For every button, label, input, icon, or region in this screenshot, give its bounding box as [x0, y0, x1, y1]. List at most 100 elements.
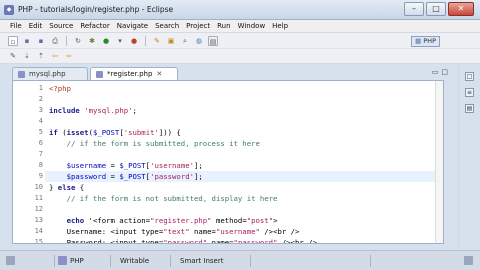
menu-project[interactable]: Project — [186, 22, 210, 30]
perspective-switcher[interactable]: ▦ PHP — [411, 36, 440, 47]
php-file-icon — [18, 70, 25, 78]
eclipse-app-icon: ◆ — [4, 5, 14, 15]
search-icon[interactable]: ⌕ — [180, 36, 190, 46]
editor-tab-bar: mysql.php *register.php ✕ ▭ □ — [0, 64, 458, 80]
toolbar-separator — [66, 35, 67, 46]
code-line[interactable] — [45, 149, 435, 160]
menu-source[interactable]: Source — [49, 22, 73, 30]
line-number: 13 — [34, 216, 43, 224]
save-all-icon[interactable]: ▪ — [36, 36, 46, 46]
code-area[interactable]: <?php include 'mysql.php'; if (isset($_POS… — [45, 81, 435, 243]
close-tab-icon[interactable]: ✕ — [156, 68, 162, 81]
maximize-panel-icon[interactable]: □ — [441, 68, 448, 76]
code-line[interactable]: if (isset($_POST['submit'])) { — [45, 127, 435, 138]
line-number-gutter: 1 2 3 4 5 6 7 8 9 10 11 12 13 14 15 — [23, 81, 45, 243]
run-icon[interactable]: ● — [101, 36, 111, 46]
menu-search[interactable]: Search — [155, 22, 179, 30]
code-line[interactable]: $password = $_POST['password']; — [45, 171, 435, 182]
code-line[interactable]: <?php — [45, 83, 435, 94]
code-line[interactable]: // if the form is not submitted, display… — [45, 193, 435, 204]
line-number: 12 — [34, 205, 43, 213]
tab-register-php[interactable]: *register.php ✕ — [90, 67, 178, 80]
php-file-icon — [96, 70, 103, 78]
line-number: 1 — [38, 84, 43, 92]
browser-icon[interactable]: ◍ — [194, 36, 204, 46]
fast-view-icon[interactable] — [6, 256, 15, 265]
window-title: PHP - tutorials/login/register.php - Ecl… — [18, 5, 174, 14]
line-number: 6 — [38, 139, 43, 147]
external-tools-icon[interactable]: ● — [129, 36, 139, 46]
menu-refactor[interactable]: Refactor — [80, 22, 109, 30]
refresh-icon[interactable]: ↻ — [73, 36, 83, 46]
php-language-icon — [58, 256, 67, 265]
outline-view-icon[interactable]: ≡ — [465, 88, 474, 97]
code-line[interactable] — [45, 94, 435, 105]
panel-controls: ▭ □ — [432, 68, 448, 76]
print-icon[interactable]: ⎙ — [50, 36, 60, 46]
code-line[interactable] — [45, 116, 435, 127]
code-line[interactable]: Username: <input type="text" name="usern… — [45, 226, 435, 237]
save-icon[interactable]: ▪ — [22, 36, 32, 46]
new-project-icon[interactable]: ✎ — [152, 36, 162, 46]
menu-file[interactable]: File — [10, 22, 22, 30]
editor-panel: mysql.php *register.php ✕ ▭ □ 1234567891… — [0, 64, 458, 250]
window-controls: – □ ✕ — [404, 2, 474, 16]
code-line[interactable]: } else { — [45, 182, 435, 193]
toolbar-separator — [145, 35, 146, 46]
line-number: 4 — [38, 117, 43, 125]
code-line[interactable]: Password: <input type="password" name="p… — [45, 237, 435, 243]
menu-help[interactable]: Help — [272, 22, 288, 30]
trimmed-views-strip: □ ≡ ▤ — [460, 64, 480, 250]
status-separator — [170, 255, 171, 267]
code-line[interactable]: echo '<form action="register.php" method… — [45, 215, 435, 226]
debug-icon[interactable]: ✱ — [87, 36, 97, 46]
line-number: 3 — [38, 106, 43, 114]
explorer-view-icon[interactable]: ▤ — [465, 104, 474, 113]
new-icon[interactable]: ▫ — [8, 35, 18, 46]
open-type-icon[interactable]: ▣ — [166, 36, 176, 46]
next-annotation-icon[interactable]: ⇣ — [22, 51, 32, 61]
status-writable: Writable — [120, 257, 150, 265]
back-icon[interactable]: ⇦ — [50, 51, 60, 61]
forward-icon[interactable]: ⇨ — [64, 51, 74, 61]
tab-mysql-php[interactable]: mysql.php — [12, 67, 88, 80]
restore-view-icon[interactable]: □ — [465, 72, 474, 81]
tab-label: mysql.php — [29, 69, 66, 78]
status-separator — [250, 255, 251, 267]
code-line[interactable]: $username = $_POST['username']; — [45, 160, 435, 171]
status-separator — [370, 255, 371, 267]
annotation-ruler — [13, 81, 23, 243]
menu-window[interactable]: Window — [238, 22, 266, 30]
tab-label: *register.php — [107, 69, 153, 78]
overview-ruler[interactable] — [435, 81, 443, 243]
code-line[interactable] — [45, 204, 435, 215]
minimize-button[interactable]: – — [404, 2, 424, 16]
menu-run[interactable]: Run — [217, 22, 230, 30]
line-number: 14 — [34, 227, 43, 235]
prev-annotation-icon[interactable]: ⇡ — [36, 51, 46, 61]
code-editor[interactable]: 1 2 3 4 5 6 7 8 9 10 11 12 13 14 15 <?php include 'mysq… — [12, 80, 444, 244]
line-number: 15 — [34, 238, 43, 244]
close-button[interactable]: ✕ — [448, 2, 474, 16]
code-line[interactable]: include 'mysql.php'; — [45, 105, 435, 116]
open-perspective-icon[interactable]: ▤ — [208, 35, 218, 46]
minimize-panel-icon[interactable]: ▭ — [432, 68, 439, 76]
line-number: 7 — [38, 150, 43, 158]
run-dropdown-icon[interactable]: ▾ — [115, 36, 125, 46]
status-separator — [110, 255, 111, 267]
eclipse-window: ◆ PHP - tutorials/login/register.php - E… — [0, 0, 480, 270]
line-number: 2 — [38, 95, 43, 103]
status-bar: PHP Writable Smart Insert — [0, 250, 480, 270]
perspective-label: PHP — [423, 37, 436, 45]
line-number: 11 — [34, 194, 43, 202]
line-number: 10 — [34, 183, 43, 191]
menu-navigate[interactable]: Navigate — [117, 22, 148, 30]
line-number: 8 — [38, 161, 43, 169]
status-insert-mode: Smart Insert — [180, 257, 224, 265]
menu-edit[interactable]: Edit — [29, 22, 43, 30]
progress-icon[interactable] — [464, 256, 473, 265]
toggle-mark-icon[interactable]: ✎ — [8, 51, 18, 61]
title-bar[interactable]: ◆ PHP - tutorials/login/register.php - E… — [0, 0, 480, 20]
code-line[interactable]: // if the form is submitted, process it … — [45, 138, 435, 149]
maximize-button[interactable]: □ — [426, 2, 446, 16]
